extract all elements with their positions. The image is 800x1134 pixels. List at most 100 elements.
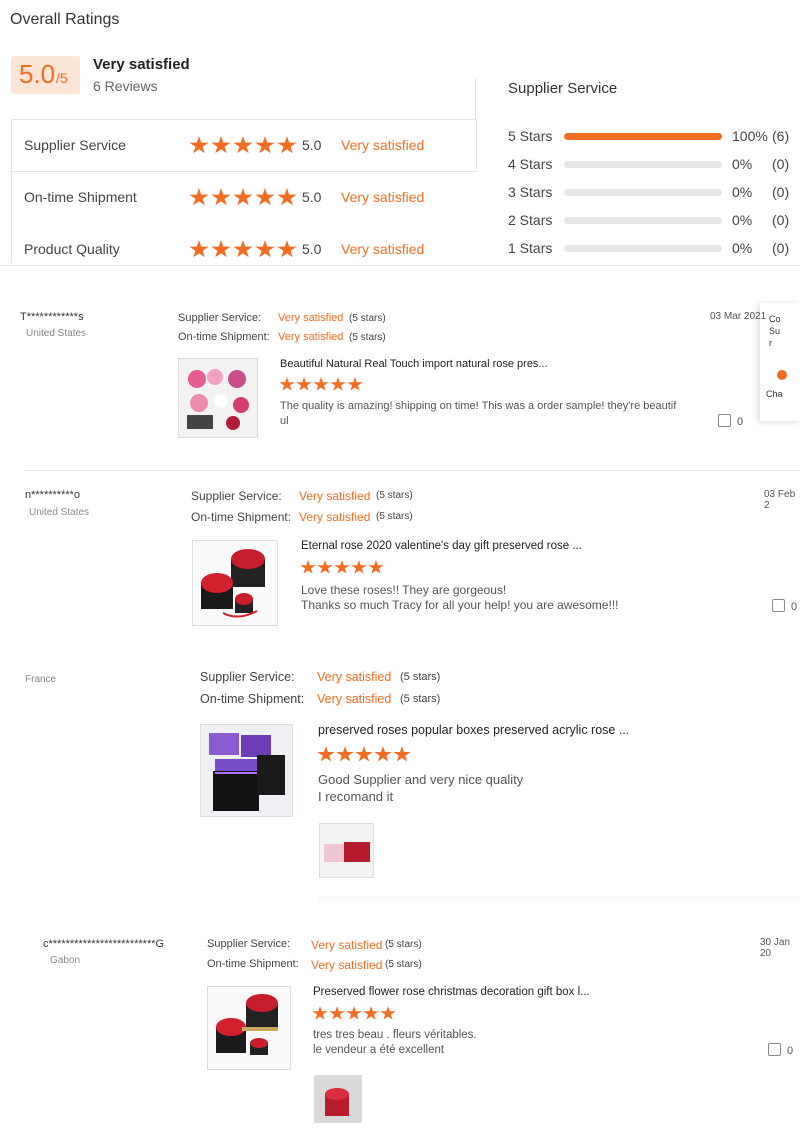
distribution-row[interactable]: 2 Stars 0% (0) [508, 210, 800, 230]
distribution-percent: 0% [732, 240, 753, 256]
star-icon [329, 1006, 345, 1020]
supplier-service-value: Very satisfied [317, 670, 392, 684]
category-row-on-time-shipment[interactable]: On-time Shipment 5.0 Very satisfied [12, 172, 477, 224]
distribution-label: 2 Stars [508, 212, 553, 228]
review-date: 03 Mar 2021 [710, 311, 767, 322]
shipment-value: Very satisfied [278, 331, 344, 343]
distribution-row[interactable]: 5 Stars 100% (6) [508, 126, 800, 146]
supplier-service-value: Very satisfied [299, 489, 371, 503]
like-count: 0 [737, 416, 744, 428]
product-title[interactable]: Eternal rose 2020 valentine's day gift p… [301, 540, 582, 552]
review-photo[interactable] [319, 823, 374, 878]
thumbs-up-icon [718, 414, 731, 427]
star-icon [255, 136, 275, 154]
star-rating [300, 560, 385, 580]
distribution-row[interactable]: 4 Stars 0% (0) [508, 154, 800, 174]
star-icon [233, 188, 253, 206]
star-icon [317, 560, 333, 574]
thumbs-up-icon [772, 599, 785, 612]
popup-text: Co [769, 314, 781, 324]
shipment-stars-note: (5 stars) [385, 959, 422, 970]
distribution-label: 3 Stars [508, 184, 553, 200]
review-date: 30 Jan 20 [760, 937, 791, 959]
star-icon [346, 1006, 362, 1020]
star-icon [189, 240, 209, 258]
star-icon [255, 240, 275, 258]
star-rating [189, 240, 299, 264]
overall-verdict: Very satisfied [93, 56, 190, 73]
star-icon [189, 188, 209, 206]
category-label: Supplier Service [24, 137, 126, 153]
product-title[interactable]: Preserved flower rose christmas decorati… [313, 986, 590, 998]
review-image [315, 1076, 361, 1122]
distribution-row[interactable]: 1 Stars 0% (0) [508, 238, 800, 258]
star-icon [336, 746, 354, 762]
star-icon [380, 1006, 396, 1020]
product-thumbnail[interactable] [207, 986, 291, 1070]
distribution-label: 1 Stars [508, 240, 553, 256]
product-title[interactable]: preserved roses popular boxes preserved … [318, 723, 629, 737]
star-icon [277, 188, 297, 206]
star-rating [189, 136, 299, 160]
supplier-service-label: Supplier Service: [178, 312, 262, 324]
shipment-stars-note: (5 stars) [400, 693, 441, 705]
category-label: On-time Shipment [24, 189, 137, 205]
star-rating [317, 746, 412, 768]
review-text: Love these roses!! They are gorgeous! [301, 583, 507, 597]
star-rating [279, 377, 364, 397]
chat-icon[interactable] [777, 370, 787, 380]
distribution-row[interactable]: 3 Stars 0% (0) [508, 182, 800, 202]
supplier-service-label: Supplier Service: [200, 670, 295, 684]
star-icon [211, 240, 231, 258]
like-button[interactable]: 0 [718, 414, 743, 428]
overall-score-suffix: /5 [56, 70, 68, 86]
star-icon [233, 240, 253, 258]
distribution-percent: 100% [732, 128, 768, 144]
star-icon [351, 560, 367, 574]
shipment-label: On-time Shipment: [207, 958, 299, 970]
like-button[interactable]: 0 [772, 599, 797, 613]
reviewer-country: United States [29, 507, 90, 518]
popup-text: Su [769, 326, 781, 336]
review-photo[interactable] [314, 1075, 362, 1123]
like-button[interactable]: 0 [768, 1043, 793, 1057]
product-thumbnail[interactable] [192, 540, 278, 626]
category-desc: Very satisfied [341, 137, 425, 153]
distribution-label: 5 Stars [508, 128, 553, 144]
review-count: 6 Reviews [93, 78, 158, 94]
distribution-label: 4 Stars [508, 156, 553, 172]
distribution-count: (0) [772, 240, 790, 256]
shipment-label: On-time Shipment: [200, 692, 305, 706]
star-icon [334, 560, 350, 574]
like-count: 0 [787, 1045, 794, 1057]
review-divider [25, 470, 800, 471]
card-shadow [318, 896, 800, 906]
overall-ratings-title: Overall Ratings [10, 11, 120, 28]
star-icon [330, 377, 346, 391]
category-row-supplier-service[interactable]: Supplier Service 5.0 Very satisfied [12, 120, 477, 172]
section-divider [0, 265, 800, 266]
product-thumbnail[interactable] [178, 358, 258, 438]
product-title[interactable]: Beautiful Natural Real Touch import natu… [280, 358, 548, 370]
overall-score: 5.0 [19, 59, 56, 89]
distribution-bar [564, 189, 722, 196]
divider [475, 78, 476, 120]
thumbs-up-icon [768, 1043, 781, 1056]
review-date: 03 Feb 2 [764, 489, 796, 511]
distribution-bar [564, 217, 722, 224]
star-icon [313, 377, 329, 391]
star-rating [189, 188, 299, 212]
shipment-stars-note: (5 stars) [349, 332, 386, 343]
review-text: tres tres beau . fleurs véritables. [313, 1029, 477, 1041]
review-text: Good Supplier and very nice quality [318, 772, 524, 787]
reviewer-country: United States [26, 328, 87, 339]
shipment-value: Very satisfied [317, 692, 392, 706]
supplier-service-value: Very satisfied [278, 312, 344, 324]
category-desc: Very satisfied [341, 189, 425, 205]
distribution-count: (6) [772, 128, 790, 144]
product-thumbnail[interactable] [200, 724, 293, 817]
distribution-percent: 0% [732, 184, 753, 200]
distribution-count: (0) [772, 156, 790, 172]
category-row-product-quality[interactable]: Product Quality 5.0 Very satisfied [12, 224, 477, 276]
star-icon [277, 136, 297, 154]
